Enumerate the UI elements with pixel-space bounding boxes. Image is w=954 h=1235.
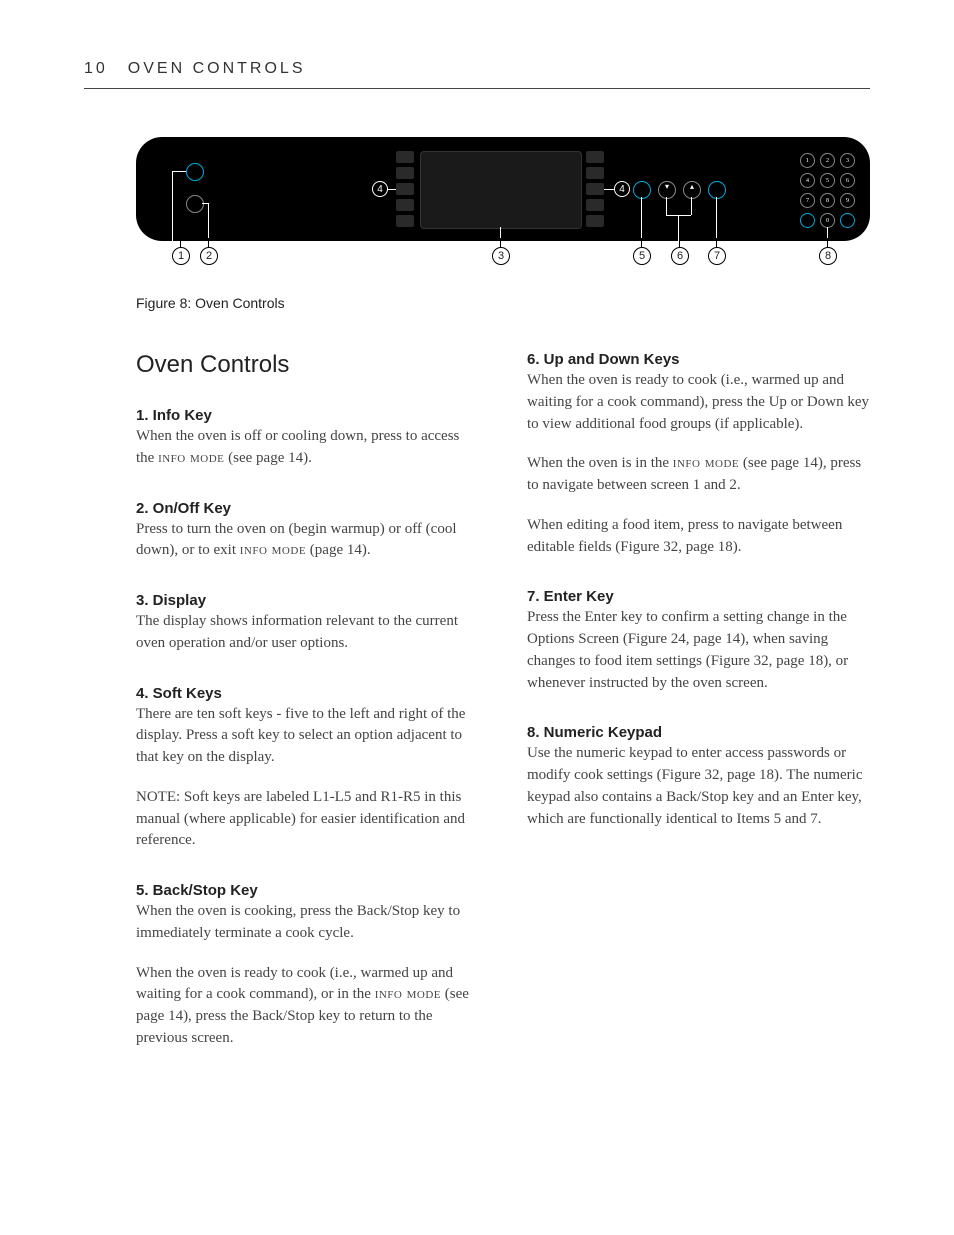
section-name: OVEN CONTROLS <box>128 60 306 78</box>
left-column: Oven Controls 1. Info Key When the oven i… <box>136 351 479 1080</box>
callout-8: 8 <box>819 247 837 265</box>
keypad-5: 5 <box>820 173 835 188</box>
keypad-0: 0 <box>820 213 835 228</box>
back-stop-key-icon <box>633 181 651 199</box>
leader-line <box>716 197 717 241</box>
oven-control-panel: 4 4 ▾ ▴ 1 2 <box>136 137 870 241</box>
paragraph: There are ten soft keys - five to the le… <box>136 704 479 769</box>
leader-line <box>666 197 667 215</box>
soft-key <box>396 183 414 195</box>
soft-key <box>586 215 604 227</box>
keypad-6: 6 <box>840 173 855 188</box>
oven-display <box>420 151 582 229</box>
item-heading: 2. On/Off Key <box>136 500 479 517</box>
info-key-icon <box>186 163 204 181</box>
item-heading: 7. Enter Key <box>527 588 870 605</box>
figure-8: 4 4 ▾ ▴ 1 2 <box>136 137 870 311</box>
item-heading: 8. Numeric Keypad <box>527 724 870 741</box>
item-heading: 5. Back/Stop Key <box>136 882 479 899</box>
right-column: 6. Up and Down Keys When the oven is read… <box>527 351 870 1080</box>
paragraph: When the oven is off or cooling down, pr… <box>136 426 479 470</box>
leader-line <box>604 189 614 190</box>
leader-line <box>172 171 186 172</box>
keypad-1: 1 <box>800 153 815 168</box>
paragraph: Press to turn the oven on (begin warmup)… <box>136 519 479 563</box>
keypad-enter <box>840 213 855 228</box>
soft-key <box>396 199 414 211</box>
callout-6: 6 <box>671 247 689 265</box>
soft-key <box>396 215 414 227</box>
soft-key <box>586 167 604 179</box>
callout-4-left: 4 <box>372 181 388 197</box>
on-off-key-icon <box>186 195 204 213</box>
figure-caption: Figure 8: Oven Controls <box>136 295 870 311</box>
soft-key <box>396 151 414 163</box>
callout-row: 1 2 3 5 6 7 8 <box>136 241 870 275</box>
paragraph: Use the numeric keypad to enter access p… <box>527 743 870 830</box>
item-body: When the oven is cooking, press the Back… <box>136 901 479 1050</box>
paragraph: Press the Enter key to confirm a setting… <box>527 607 870 694</box>
item-body: Press the Enter key to confirm a setting… <box>527 607 870 694</box>
enter-key-icon <box>708 181 726 199</box>
item-heading: 1. Info Key <box>136 407 479 424</box>
callout-3: 3 <box>492 247 510 265</box>
up-key-icon: ▴ <box>683 181 701 199</box>
item-body: There are ten soft keys - five to the le… <box>136 704 479 853</box>
callout-1: 1 <box>172 247 190 265</box>
item-body: Use the numeric keypad to enter access p… <box>527 743 870 830</box>
paragraph: When the oven is ready to cook (i.e., wa… <box>527 370 870 435</box>
keypad-8: 8 <box>820 193 835 208</box>
keypad-9: 9 <box>840 193 855 208</box>
paragraph: When editing a food item, press to navig… <box>527 515 870 559</box>
callout-2: 2 <box>200 247 218 265</box>
item-body: The display shows information relevant t… <box>136 611 479 655</box>
leader-line <box>691 197 692 215</box>
keypad-4: 4 <box>800 173 815 188</box>
soft-key <box>586 151 604 163</box>
down-key-icon: ▾ <box>658 181 676 199</box>
keypad-back <box>800 213 815 228</box>
leader-line <box>641 197 642 241</box>
item-body: When the oven is off or cooling down, pr… <box>136 426 479 470</box>
callout-7: 7 <box>708 247 726 265</box>
callout-5: 5 <box>633 247 651 265</box>
item-body: Press to turn the oven on (begin warmup)… <box>136 519 479 563</box>
item-body: When the oven is ready to cook (i.e., wa… <box>527 370 870 558</box>
keypad-2: 2 <box>820 153 835 168</box>
paragraph: The display shows information relevant t… <box>136 611 479 655</box>
section-title: Oven Controls <box>136 351 479 379</box>
item-heading: 3. Display <box>136 592 479 609</box>
keypad-7: 7 <box>800 193 815 208</box>
soft-key <box>586 199 604 211</box>
paragraph: When the oven is ready to cook (i.e., wa… <box>136 963 479 1050</box>
callout-4-right: 4 <box>614 181 630 197</box>
paragraph: NOTE: Soft keys are labeled L1-L5 and R1… <box>136 787 479 852</box>
keypad-3: 3 <box>840 153 855 168</box>
leader-line <box>208 203 209 241</box>
page-header: 10 OVEN CONTROLS <box>84 60 870 89</box>
soft-key <box>396 167 414 179</box>
soft-key <box>586 183 604 195</box>
item-heading: 6. Up and Down Keys <box>527 351 870 368</box>
item-heading: 4. Soft Keys <box>136 685 479 702</box>
paragraph: When the oven is cooking, press the Back… <box>136 901 479 945</box>
paragraph: When the oven is in the info mode (see p… <box>527 453 870 497</box>
leader-line <box>172 171 173 241</box>
page-number: 10 <box>84 60 108 78</box>
